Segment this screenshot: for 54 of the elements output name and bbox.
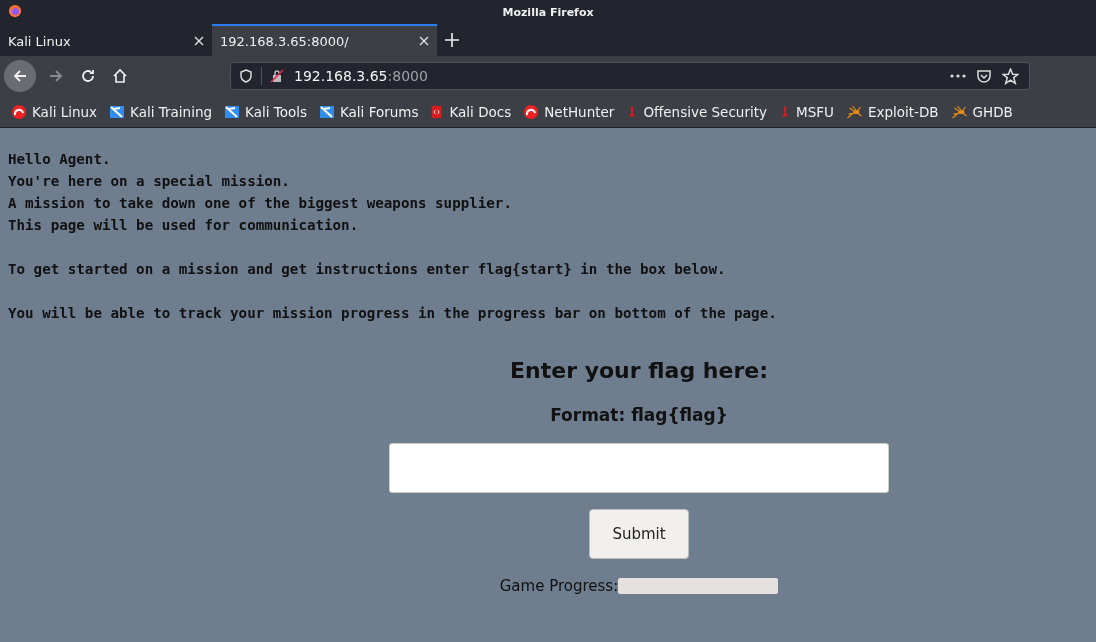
bookmark-item[interactable]: NetHunter (523, 103, 615, 120)
message-line: This page will be used for communication. (8, 216, 360, 235)
back-button[interactable] (4, 60, 36, 92)
message-line: Hello Agent. (8, 150, 112, 169)
url-text: 192.168.3.65:8000 (294, 68, 428, 84)
pocket-icon[interactable] (976, 68, 992, 84)
reload-icon[interactable] (80, 68, 96, 84)
tab-title: Kali Linux (8, 33, 71, 49)
bookmark-item[interactable]: Kali Forums (318, 103, 419, 120)
bookmark-label: Kali Docs (449, 103, 512, 120)
bookmark-item[interactable]: MSFU (779, 103, 834, 120)
bookmark-item[interactable]: Kali Tools (224, 103, 307, 120)
bookmark-label: Kali Tools (245, 103, 307, 120)
message-line: You will be able to track your mission progress in the progress bar on bottom of the page. (8, 304, 778, 323)
bookmark-label: NetHunter (544, 103, 615, 120)
forward-icon[interactable] (48, 68, 64, 84)
firefox-logo-icon (8, 4, 22, 18)
bookmark-label: Kali Forums (339, 103, 419, 120)
bookmark-item[interactable]: Kali Linux (11, 103, 98, 120)
close-icon[interactable] (419, 36, 429, 46)
bookmark-label: GHDB (972, 103, 1013, 120)
format-hint: Format: flag{flag} (550, 405, 728, 425)
form-heading: Enter your flag here: (510, 358, 768, 383)
bookmark-label: Exploit-DB (867, 103, 939, 120)
swirl-icon (523, 103, 540, 120)
home-icon[interactable] (112, 68, 128, 84)
shield-icon[interactable] (239, 69, 253, 83)
message-line: To get started on a mission and get instructions enter flag{start} in the box below. (8, 260, 727, 279)
swirl-icon (11, 103, 27, 120)
window-title: Mozilla Firefox (502, 5, 594, 19)
bookmark-label: Kali Linux (32, 103, 98, 120)
browser-tab[interactable]: 192.168.3.65:8000/ (212, 24, 437, 56)
more-icon[interactable] (950, 74, 966, 78)
flag-input-field[interactable] (389, 443, 889, 493)
spider-icon (845, 103, 863, 120)
star-icon[interactable] (1002, 67, 1019, 85)
insecure-lock-icon[interactable] (270, 69, 284, 83)
new-tab-icon[interactable] (445, 33, 459, 47)
bookmark-item[interactable]: Kali Training (109, 103, 212, 120)
spider-icon (950, 103, 968, 120)
progress-label: Game Progress: (499, 577, 619, 595)
message-line: You're here on a special mission. (8, 172, 291, 191)
address-bar[interactable]: 192.168.3.65:8000 (230, 62, 1030, 90)
message-line: A mission to take down one of the biggest weapons supplier. (8, 194, 513, 213)
browser-tab[interactable]: Kali Linux (0, 24, 212, 56)
bookmark-item[interactable]: GHDB (950, 103, 1013, 120)
close-icon[interactable] (194, 36, 204, 46)
bookmark-item[interactable]: Exploit-DB (845, 103, 939, 120)
back-icon (12, 68, 28, 84)
bookmark-label: Kali Training (130, 103, 212, 120)
bookmark-label: MSFU (796, 103, 834, 120)
tab-title: 192.168.3.65:8000/ (220, 33, 349, 49)
bookmark-item[interactable]: Kali Docs (430, 103, 512, 120)
submit-button[interactable]: Submit (589, 509, 689, 559)
